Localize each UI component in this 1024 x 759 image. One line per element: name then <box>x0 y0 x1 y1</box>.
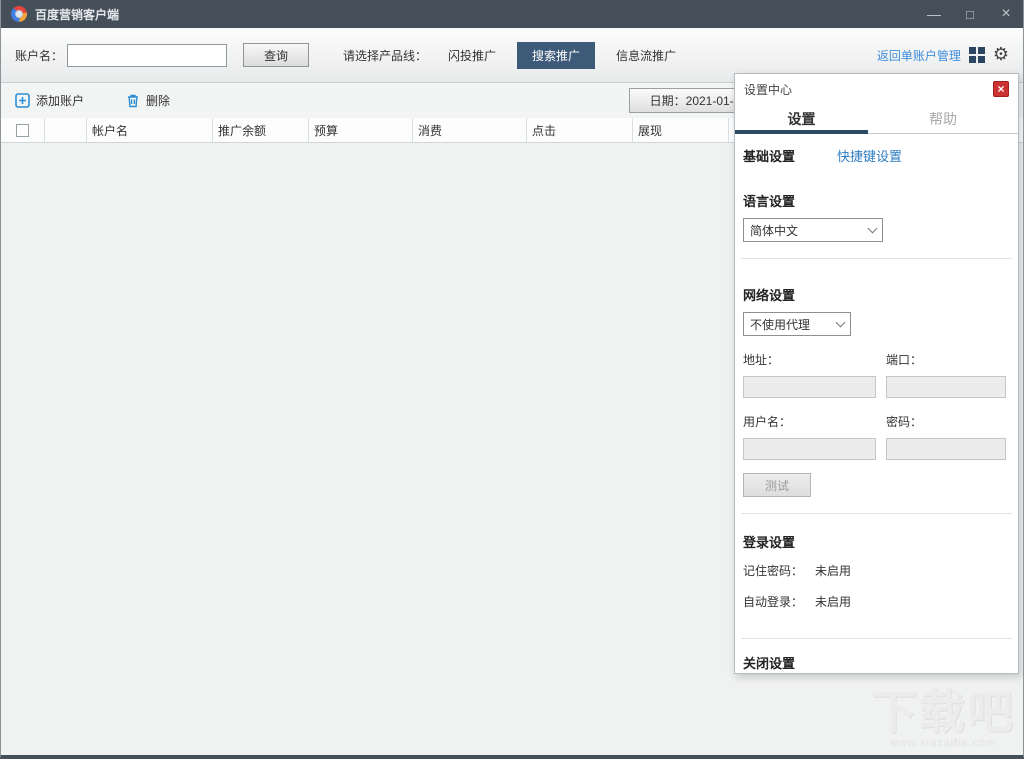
divider <box>741 638 1012 639</box>
add-account-label: 添加账户 <box>36 92 84 109</box>
network-settings-heading: 网络设置 <box>743 285 1010 304</box>
add-account-button[interactable]: 添加账户 <box>15 92 84 109</box>
watermark: 下载吧 www.xiazaiba.com <box>871 689 1015 749</box>
network-address-inputs <box>743 376 1010 398</box>
panel-close-icon[interactable]: × <box>993 81 1009 97</box>
maximize-icon[interactable]: □ <box>963 7 977 21</box>
delete-label: 删除 <box>146 92 170 109</box>
port-field[interactable] <box>886 376 1006 398</box>
header-cell-checkbox <box>1 118 45 142</box>
settings-subtabs: 基础设置 快捷键设置 <box>735 134 1018 165</box>
divider <box>741 513 1012 514</box>
tab-settings[interactable]: 设置 <box>735 104 868 133</box>
settings-gear-icon[interactable]: ⚙ <box>993 46 1009 64</box>
settings-panel-header: 设置中心 × <box>735 74 1018 104</box>
header-cell-cost[interactable]: 消费 <box>413 118 527 142</box>
minimize-icon[interactable]: — <box>927 7 941 21</box>
remember-password-value: 未启用 <box>815 562 851 579</box>
apps-grid-icon[interactable] <box>969 47 985 63</box>
test-button[interactable]: 测试 <box>743 473 811 497</box>
delete-button[interactable]: 删除 <box>126 92 170 109</box>
network-auth-inputs <box>743 438 1010 460</box>
tab-search-promotion[interactable]: 搜索推广 <box>517 42 595 69</box>
add-plus-icon <box>15 93 30 108</box>
header-cell-clicks[interactable]: 点击 <box>527 118 633 142</box>
language-select[interactable]: 简体中文 <box>743 218 883 242</box>
product-line-label: 请选择产品线： <box>343 47 427 64</box>
tab-help[interactable]: 帮助 <box>868 104 1018 133</box>
subtab-shortcut-settings[interactable]: 快捷键设置 <box>837 146 902 165</box>
remember-password-row: 记住密码： 未启用 <box>743 562 1010 579</box>
language-settings-heading: 语言设置 <box>743 191 1010 210</box>
username-label: 用户名： <box>743 413 886 430</box>
settings-tabs: 设置 帮助 <box>735 104 1018 134</box>
header-cell-account[interactable]: 帐户名 <box>87 118 213 142</box>
header-cell-balance[interactable]: 推广余额 <box>213 118 309 142</box>
settings-panel-title: 设置中心 <box>744 81 792 98</box>
chevron-down-icon <box>836 318 846 328</box>
close-window-icon[interactable]: × <box>999 7 1013 21</box>
account-name-input[interactable] <box>67 44 227 67</box>
toolbar-right: 返回单账户管理 ⚙ <box>877 46 1009 64</box>
network-address-labels: 地址： 端口： <box>743 351 1010 368</box>
header-cell-budget[interactable]: 预算 <box>309 118 413 142</box>
password-field[interactable] <box>886 438 1006 460</box>
divider <box>741 258 1012 259</box>
auto-login-label: 自动登录： <box>743 593 815 610</box>
app-window: 百度营销客户端 — □ × 账户名： 查询 请选择产品线： 闪投推广 搜索推广 … <box>0 0 1024 759</box>
watermark-text: 下载吧 <box>871 689 1015 735</box>
language-select-value: 简体中文 <box>750 222 798 239</box>
close-settings-heading: 关闭设置 <box>743 653 1010 672</box>
username-field[interactable] <box>743 438 876 460</box>
address-field[interactable] <box>743 376 876 398</box>
subtab-basic-settings[interactable]: 基础设置 <box>743 146 795 165</box>
proxy-select-value: 不使用代理 <box>750 316 810 333</box>
account-name-label: 账户名： <box>15 47 63 64</box>
chevron-down-icon <box>868 224 878 234</box>
trash-icon <box>126 93 140 108</box>
address-label: 地址： <box>743 351 886 368</box>
auto-login-row: 自动登录： 未启用 <box>743 593 1010 610</box>
select-all-checkbox[interactable] <box>16 124 29 137</box>
password-label: 密码： <box>886 413 922 430</box>
login-settings-heading: 登录设置 <box>743 532 1010 551</box>
tab-feed-promotion[interactable]: 信息流推广 <box>601 42 691 69</box>
remember-password-label: 记住密码： <box>743 562 815 579</box>
window-title: 百度营销客户端 <box>35 6 119 23</box>
port-label: 端口： <box>886 351 922 368</box>
header-cell-impressions[interactable]: 展现 <box>633 118 729 142</box>
titlebar: 百度营销客户端 — □ × <box>1 0 1023 28</box>
tab-flash-promotion[interactable]: 闪投推广 <box>433 42 511 69</box>
settings-panel: 设置中心 × 设置 帮助 基础设置 快捷键设置 语言设置 简体中文 网络设置 不… <box>734 73 1019 674</box>
network-auth-labels: 用户名： 密码： <box>743 413 1010 430</box>
header-cell-spacer <box>45 118 87 142</box>
auto-login-value: 未启用 <box>815 593 851 610</box>
app-logo-icon <box>11 6 27 22</box>
back-to-single-account-link[interactable]: 返回单账户管理 <box>877 47 961 64</box>
window-controls: — □ × <box>927 7 1013 21</box>
watermark-url: www.xiazaiba.com <box>871 737 1015 749</box>
query-button[interactable]: 查询 <box>243 43 309 67</box>
proxy-select[interactable]: 不使用代理 <box>743 312 851 336</box>
